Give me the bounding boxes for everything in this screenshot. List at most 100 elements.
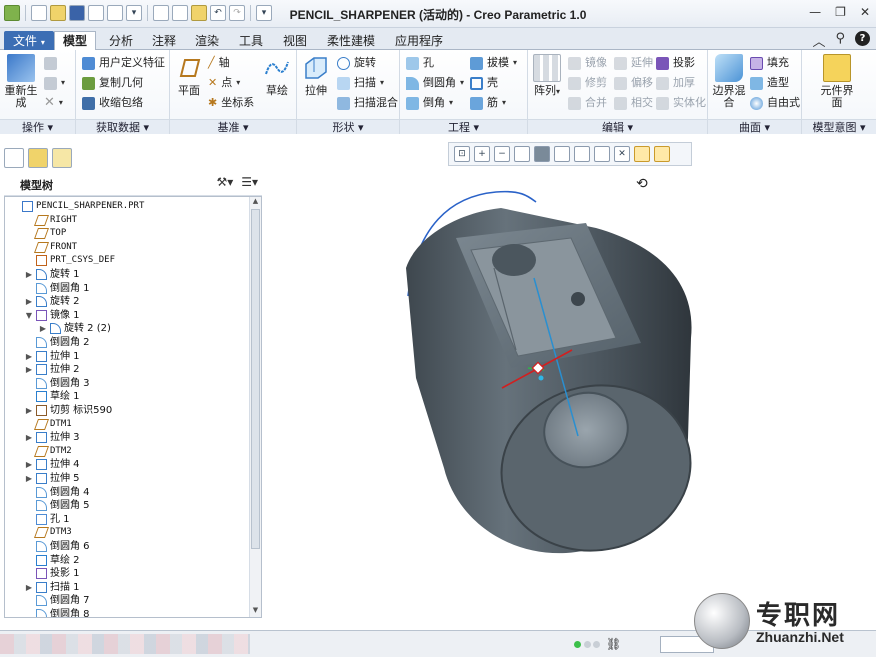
- tree-expander-icon[interactable]: ▶: [25, 268, 33, 281]
- tree-item[interactable]: 倒圆角 2: [25, 336, 90, 349]
- spin-center-icon[interactable]: [654, 146, 670, 162]
- repaint-icon[interactable]: [514, 146, 530, 162]
- search-icon[interactable]: ⚲: [835, 31, 845, 50]
- tree-item[interactable]: 草绘 2: [25, 554, 80, 567]
- tree-settings-icon[interactable]: ⚒▾: [216, 175, 233, 189]
- tree-item[interactable]: PRT_CSYS_DEF: [25, 254, 115, 267]
- tree-filters-icon[interactable]: ☰▾: [241, 175, 258, 189]
- group-label-editing[interactable]: 编辑 ▾: [528, 119, 707, 134]
- group-label-operations[interactable]: 操作 ▾: [0, 119, 75, 134]
- plane-button[interactable]: 平面: [172, 54, 206, 97]
- tree-item[interactable]: DTM1: [25, 418, 72, 431]
- tree-item[interactable]: 孔 1: [25, 513, 70, 526]
- tab-flexible-modeling[interactable]: 柔性建模: [318, 31, 384, 50]
- tree-expander-icon[interactable]: ▶: [25, 404, 33, 417]
- favorites-tab-icon[interactable]: [52, 148, 72, 168]
- tab-render[interactable]: 渲染: [186, 31, 228, 50]
- refit-icon[interactable]: ⊡: [454, 146, 470, 162]
- tree-expander-icon[interactable]: ▶: [25, 363, 33, 376]
- tree-item[interactable]: 草绘 1: [25, 390, 80, 403]
- group-label-surfaces[interactable]: 曲面 ▾: [708, 119, 801, 134]
- axis-button[interactable]: ╱ 轴: [208, 54, 230, 72]
- tree-item[interactable]: TOP: [25, 227, 66, 240]
- group-label-datum[interactable]: 基准 ▾: [170, 119, 296, 134]
- tree-item[interactable]: ▶ 切剪 标识590: [25, 404, 112, 417]
- tree-item[interactable]: DTM2: [25, 445, 72, 458]
- annotation-display-icon[interactable]: [634, 146, 650, 162]
- tree-item[interactable]: 倒圆角 7: [25, 594, 90, 607]
- offset-button[interactable]: 偏移: [614, 74, 653, 92]
- folder-browser-tab-icon[interactable]: [28, 148, 48, 168]
- tree-item[interactable]: PENCIL_SHARPENER.PRT: [11, 200, 144, 213]
- extend-button[interactable]: 延伸: [614, 54, 653, 72]
- merge-button[interactable]: 合并: [568, 94, 607, 112]
- tree-item[interactable]: ▶ 拉伸 4: [25, 458, 80, 471]
- csys-button[interactable]: ✱ 坐标系: [208, 94, 254, 112]
- tree-scrollbar[interactable]: ▲ ▼: [249, 197, 261, 617]
- thicken-button[interactable]: 加厚: [656, 74, 695, 92]
- scroll-down-icon[interactable]: ▼: [250, 606, 261, 617]
- sweep-button[interactable]: 扫描 ▾: [337, 74, 384, 92]
- group-label-shapes[interactable]: 形状 ▾: [297, 119, 399, 134]
- close-icon[interactable]: ✕: [860, 5, 870, 19]
- tree-item[interactable]: 倒圆角 8: [25, 608, 90, 617]
- rib-button[interactable]: 筋 ▾: [470, 94, 506, 112]
- saved-orientations-icon[interactable]: [554, 146, 570, 162]
- tree-item[interactable]: ▶ 拉伸 2: [25, 363, 80, 376]
- group-label-engineering[interactable]: 工程 ▾: [400, 119, 527, 134]
- tab-analysis[interactable]: 分析: [100, 31, 142, 50]
- round-button[interactable]: 倒圆角 ▾: [406, 74, 464, 92]
- solidify-button[interactable]: 实体化: [656, 94, 706, 112]
- chamfer-button[interactable]: 倒角 ▾: [406, 94, 453, 112]
- tree-item[interactable]: DTM3: [25, 526, 72, 539]
- tab-model[interactable]: 模型: [54, 31, 97, 50]
- display-style-icon[interactable]: [534, 146, 550, 162]
- tree-item[interactable]: ▶ 旋转 1: [25, 268, 80, 281]
- collapse-ribbon-icon[interactable]: ︿: [812, 31, 825, 50]
- tree-item[interactable]: 倒圆角 3: [25, 377, 90, 390]
- tree-item[interactable]: ▼ 镜像 1: [25, 309, 80, 322]
- sketch-button[interactable]: 草绘: [260, 54, 294, 97]
- datum-display-icon[interactable]: ✕: [614, 146, 630, 162]
- tab-file[interactable]: 文件 ▾: [4, 31, 54, 50]
- copy-button[interactable]: [44, 54, 57, 72]
- tree-expander-icon[interactable]: ▶: [25, 295, 33, 308]
- freestyle-button[interactable]: 自由式: [750, 94, 800, 112]
- fill-button[interactable]: 填充: [750, 54, 789, 72]
- delete-button[interactable]: ✕ ▾: [44, 94, 63, 112]
- boundary-blend-button[interactable]: 边界混合: [712, 54, 746, 109]
- tree-item[interactable]: 倒圆角 4: [25, 486, 90, 499]
- trim-button[interactable]: 修剪: [568, 74, 607, 92]
- tree-expander-icon[interactable]: ▶: [25, 431, 33, 444]
- swept-blend-button[interactable]: 扫描混合: [337, 94, 398, 112]
- project-button[interactable]: 投影: [656, 54, 695, 72]
- tree-item[interactable]: ▶ 拉伸 5: [25, 472, 80, 485]
- zoom-in-icon[interactable]: +: [474, 146, 490, 162]
- tree-expander-icon[interactable]: ▶: [25, 350, 33, 363]
- paste-button[interactable]: ▾: [44, 74, 65, 92]
- tree-expander-icon[interactable]: ▶: [25, 472, 33, 485]
- group-label-model-intent[interactable]: 模型意图 ▾: [802, 119, 876, 134]
- shell-button[interactable]: 壳: [470, 74, 498, 92]
- minimize-icon[interactable]: —: [809, 5, 821, 19]
- mirror-button[interactable]: 镜像: [568, 54, 607, 72]
- component-interface-button[interactable]: 元件界面: [820, 54, 854, 109]
- hole-button[interactable]: 孔: [406, 54, 434, 72]
- style-button[interactable]: 造型: [750, 74, 789, 92]
- tree-expander-icon[interactable]: ▶: [25, 581, 33, 594]
- tab-tools[interactable]: 工具: [230, 31, 272, 50]
- extrude-button[interactable]: 拉伸: [299, 54, 333, 97]
- tab-applications[interactable]: 应用程序: [386, 31, 452, 50]
- tree-item[interactable]: ▶ 拉伸 3: [25, 431, 80, 444]
- zoom-out-icon[interactable]: −: [494, 146, 510, 162]
- dragger-ball[interactable]: [538, 375, 544, 381]
- regenerate-button[interactable]: 重新生成: [4, 54, 38, 109]
- scrollbar-thumb[interactable]: [251, 209, 260, 549]
- tree-item[interactable]: 投影 1: [25, 567, 80, 580]
- perspective-icon[interactable]: [594, 146, 610, 162]
- graphics-viewport[interactable]: ⟲: [266, 168, 876, 628]
- pattern-button[interactable]: 阵列▾: [530, 54, 564, 98]
- help-icon[interactable]: ?: [855, 31, 870, 46]
- point-button[interactable]: ✕ 点 ▾: [208, 74, 240, 92]
- tree-item[interactable]: ▶ 旋转 2: [25, 295, 80, 308]
